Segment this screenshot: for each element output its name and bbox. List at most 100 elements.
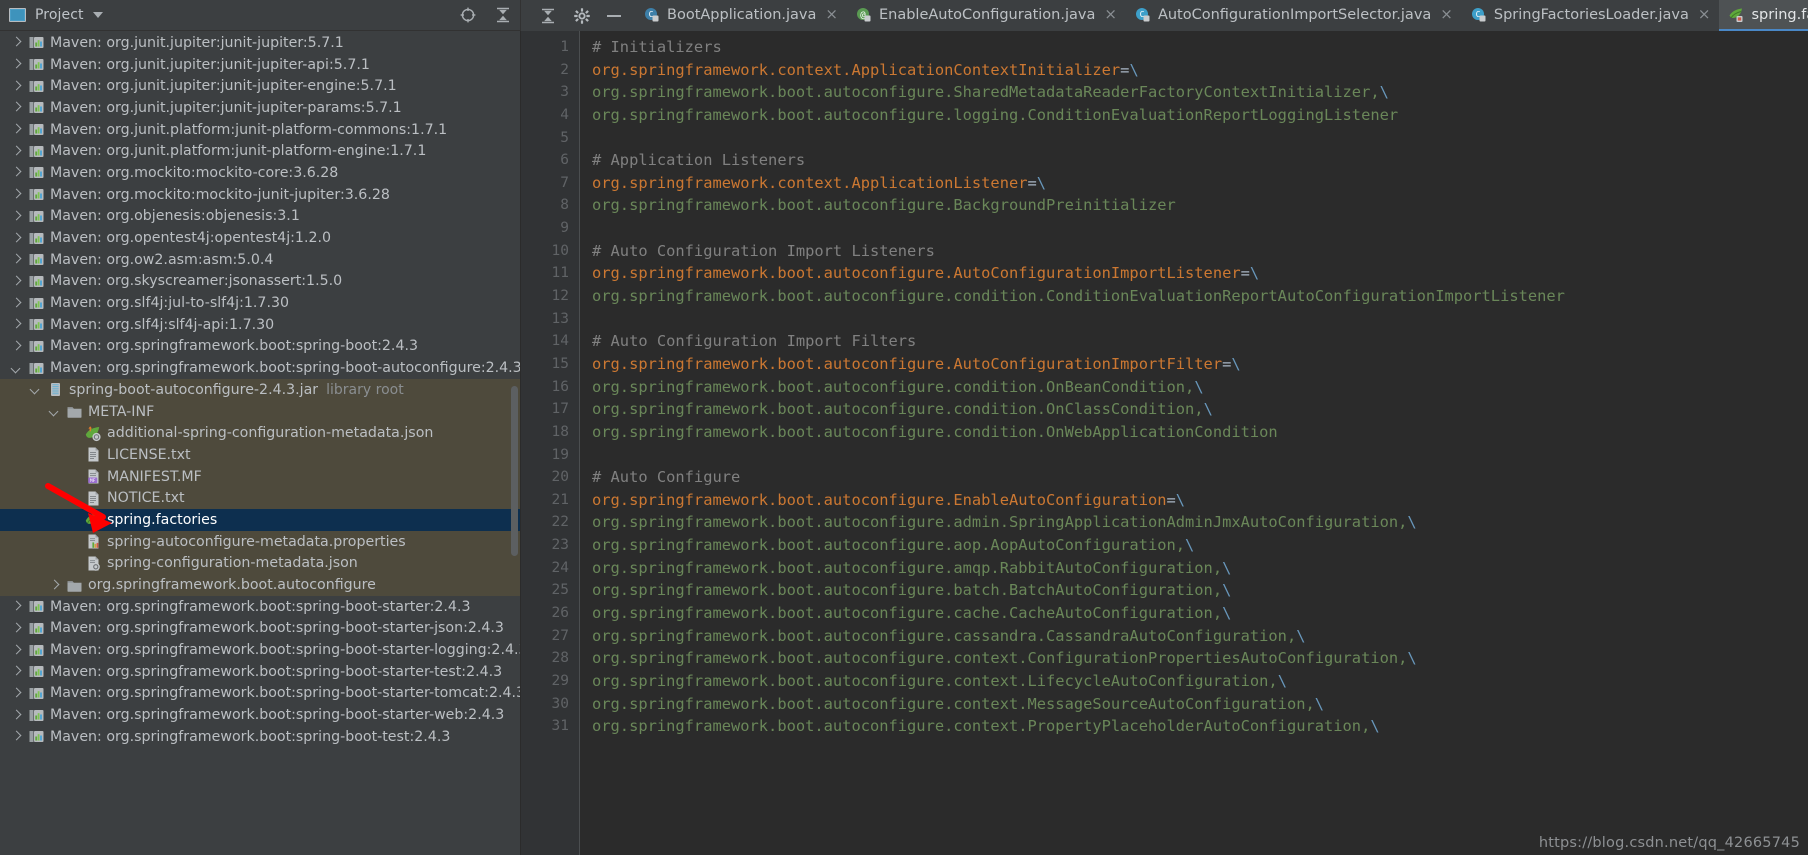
- tree-row[interactable]: Maven: org.junit.jupiter:junit-jupiter:5…: [0, 32, 520, 54]
- code-line[interactable]: org.springframework.boot.autoconfigure.c…: [592, 670, 1808, 693]
- chevron-right-icon[interactable]: [11, 146, 22, 157]
- chevron-right-icon[interactable]: [11, 233, 22, 244]
- code-line[interactable]: [592, 444, 1808, 467]
- code-line[interactable]: org.springframework.boot.autoconfigure.l…: [592, 104, 1808, 127]
- chevron-right-icon[interactable]: [11, 341, 22, 352]
- tree-row[interactable]: Maven: org.springframework.boot:spring-b…: [0, 726, 520, 748]
- chevron-right-icon[interactable]: [11, 731, 22, 742]
- code-line[interactable]: org.springframework.boot.autoconfigure.A…: [592, 262, 1808, 285]
- code-line[interactable]: org.springframework.boot.autoconfigure.b…: [592, 579, 1808, 602]
- project-toolwindow-header[interactable]: Project: [0, 0, 520, 31]
- code-editor[interactable]: 1 2 3 4 5 6 7 8 9 10 11 12 13 14 15 16 17 18 19 20 21 22 23 24 2…: [521, 31, 1808, 855]
- tree-row[interactable]: Maven: org.ow2.asm:asm:5.0.4: [0, 249, 520, 271]
- chevron-right-icon[interactable]: [11, 601, 22, 612]
- code-line[interactable]: # Auto Configuration Import Filters: [592, 330, 1808, 353]
- tree-row[interactable]: Maven: org.slf4j:slf4j-api:1.7.30: [0, 314, 520, 336]
- tree-row[interactable]: Maven: org.junit.jupiter:junit-jupiter-e…: [0, 75, 520, 97]
- tree-row[interactable]: Maven: org.junit.jupiter:junit-jupiter-p…: [0, 97, 520, 119]
- chevron-right-icon[interactable]: [11, 710, 22, 721]
- close-icon[interactable]: ×: [1698, 7, 1711, 22]
- code-line[interactable]: org.springframework.boot.autoconfigure.B…: [592, 194, 1808, 217]
- chevron-down-icon[interactable]: [49, 406, 60, 417]
- tree-row[interactable]: MF MANIFEST.MF: [0, 465, 520, 488]
- chevron-right-icon[interactable]: [11, 37, 22, 48]
- tab-enableautoconfiguration[interactable]: @ EnableAutoConfiguration.java ×: [847, 0, 1126, 31]
- tree-row[interactable]: Maven: org.objenesis:objenesis:3.1: [0, 206, 520, 228]
- chevron-right-icon[interactable]: [11, 298, 22, 309]
- tab-autoconfigurationimportselector[interactable]: C AutoConfigurationImportSelector.java ×: [1126, 0, 1462, 31]
- hide-minus-icon[interactable]: [607, 14, 621, 17]
- tree-row[interactable]: Maven: org.mockito:mockito-core:3.6.28: [0, 162, 520, 184]
- tab-spring-factories[interactable]: spring.factories: [1719, 0, 1808, 31]
- chevron-right-icon[interactable]: [11, 81, 22, 92]
- chevron-right-icon[interactable]: [49, 580, 60, 591]
- code-line[interactable]: # Application Listeners: [592, 149, 1808, 172]
- gear-icon[interactable]: [573, 7, 591, 25]
- code-line[interactable]: org.springframework.context.ApplicationL…: [592, 172, 1808, 195]
- tree-row[interactable]: spring-autoconfigure-metadata.properties: [0, 530, 520, 553]
- chevron-down-icon[interactable]: [92, 12, 103, 18]
- code-line[interactable]: [592, 308, 1808, 331]
- project-tree[interactable]: Maven: org.junit.jupiter:junit-jupiter:5…: [0, 31, 520, 855]
- tree-row[interactable]: Maven: org.junit.platform:junit-platform…: [0, 119, 520, 141]
- tree-row[interactable]: spring-boot-autoconfigure-2.4.3.jar libra…: [0, 379, 520, 401]
- tree-row[interactable]: Maven: org.springframework.boot:spring-b…: [0, 704, 520, 726]
- close-icon[interactable]: ×: [825, 7, 838, 22]
- code-line[interactable]: org.springframework.boot.autoconfigure.a…: [592, 511, 1808, 534]
- tree-row[interactable]: Maven: org.skyscreamer:jsonassert:1.5.0: [0, 271, 520, 293]
- tree-row[interactable]: Maven: org.springframework.boot:spring-b…: [0, 661, 520, 683]
- editor-code-content[interactable]: # Initializers org.springframework.contex…: [580, 31, 1808, 855]
- chevron-right-icon[interactable]: [11, 167, 22, 178]
- code-line[interactable]: org.springframework.boot.autoconfigure.a…: [592, 557, 1808, 580]
- chevron-right-icon[interactable]: [11, 688, 22, 699]
- tree-row[interactable]: Maven: org.slf4j:jul-to-slf4j:1.7.30: [0, 292, 520, 314]
- close-icon[interactable]: ×: [1440, 7, 1453, 22]
- code-line[interactable]: org.springframework.boot.autoconfigure.c…: [592, 376, 1808, 399]
- chevron-down-icon[interactable]: [30, 384, 41, 395]
- tree-row[interactable]: Maven: org.junit.jupiter:junit-jupiter-a…: [0, 54, 520, 76]
- chevron-right-icon[interactable]: [11, 124, 22, 135]
- tree-row[interactable]: Maven: org.springframework.boot:spring-b…: [0, 618, 520, 640]
- collapse-all-icon-secondary[interactable]: [539, 7, 557, 25]
- code-line[interactable]: # Auto Configuration Import Listeners: [592, 240, 1808, 263]
- code-line[interactable]: org.springframework.boot.autoconfigure.c…: [592, 602, 1808, 625]
- tree-scrollbar[interactable]: [511, 386, 518, 556]
- code-line[interactable]: org.springframework.boot.autoconfigure.A…: [592, 353, 1808, 376]
- chevron-right-icon[interactable]: [11, 189, 22, 200]
- tree-row[interactable]: Maven: org.mockito:mockito-junit-jupiter…: [0, 184, 520, 206]
- code-line[interactable]: org.springframework.boot.autoconfigure.c…: [592, 421, 1808, 444]
- chevron-right-icon[interactable]: [11, 211, 22, 222]
- tree-row[interactable]: NOTICE.txt: [0, 487, 520, 510]
- code-line[interactable]: org.springframework.boot.autoconfigure.c…: [592, 625, 1808, 648]
- tree-row[interactable]: Maven: org.springframework.boot:spring-b…: [0, 336, 520, 358]
- chevron-down-icon[interactable]: [11, 363, 22, 374]
- chevron-right-icon[interactable]: [11, 623, 22, 634]
- chevron-right-icon[interactable]: [11, 666, 22, 677]
- tree-row[interactable]: META-INF: [0, 400, 520, 423]
- tree-row[interactable]: Maven: org.junit.platform:junit-platform…: [0, 140, 520, 162]
- tree-row[interactable]: Maven: org.opentest4j:opentest4j:1.2.0: [0, 227, 520, 249]
- code-line[interactable]: org.springframework.boot.autoconfigure.S…: [592, 81, 1808, 104]
- tree-row[interactable]: Maven: org.springframework.boot:spring-b…: [0, 357, 520, 379]
- tree-row[interactable]: Maven: org.springframework.boot:spring-b…: [0, 683, 520, 705]
- code-line[interactable]: org.springframework.boot.autoconfigure.c…: [592, 715, 1808, 738]
- tree-row-selected[interactable]: spring.factories: [0, 509, 520, 531]
- chevron-right-icon[interactable]: [11, 319, 22, 330]
- tree-row[interactable]: Maven: org.springframework.boot:spring-b…: [0, 639, 520, 661]
- code-line[interactable]: org.springframework.boot.autoconfigure.c…: [592, 285, 1808, 308]
- collapse-all-icon[interactable]: [494, 6, 512, 24]
- tree-row[interactable]: spring-configuration-metadata.json: [0, 552, 520, 575]
- chevron-right-icon[interactable]: [11, 645, 22, 656]
- code-line[interactable]: org.springframework.boot.autoconfigure.E…: [592, 489, 1808, 512]
- tree-row[interactable]: org.springframework.boot.autoconfigure: [0, 574, 520, 596]
- tree-row[interactable]: additional-spring-configuration-metadata…: [0, 422, 520, 445]
- tab-springfactoriesloader[interactable]: C SpringFactoriesLoader.java ×: [1462, 0, 1720, 31]
- chevron-right-icon[interactable]: [11, 276, 22, 287]
- locate-icon[interactable]: [459, 6, 477, 24]
- code-line[interactable]: org.springframework.boot.autoconfigure.a…: [592, 534, 1808, 557]
- tree-row[interactable]: LICENSE.txt: [0, 444, 520, 466]
- code-line[interactable]: org.springframework.boot.autoconfigure.c…: [592, 693, 1808, 716]
- chevron-right-icon[interactable]: [11, 102, 22, 113]
- chevron-right-icon[interactable]: [11, 254, 22, 265]
- tab-bootapplication[interactable]: C BootApplication.java ×: [635, 0, 847, 31]
